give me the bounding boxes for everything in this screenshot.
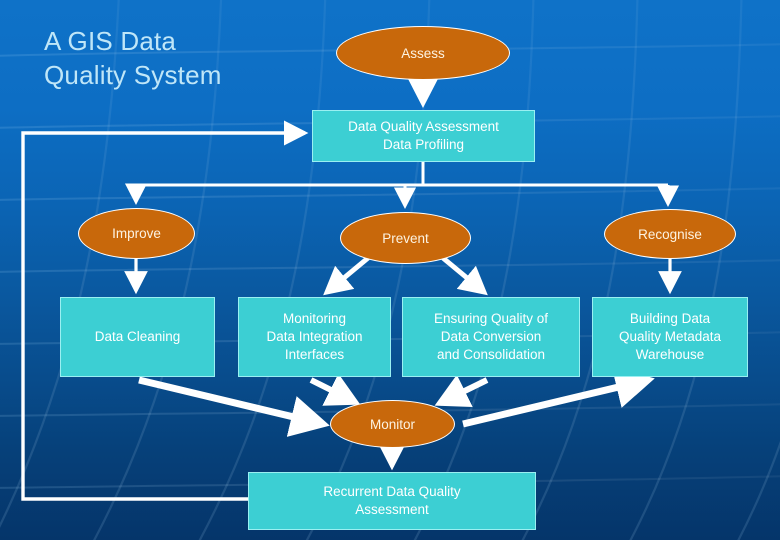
ensuring-line-2: Data Conversion (440, 329, 542, 344)
dqa-line-1: Data Quality Assessment (348, 119, 499, 134)
slide-canvas: A GIS Data Quality System Assess Data Qu… (0, 0, 780, 540)
recurrent-line-2: Assessment (355, 502, 429, 517)
page-title-line-a: A GIS Data (44, 26, 177, 56)
monitoring-line-2: Data Integration (266, 329, 363, 344)
node-recurrent-assessment[interactable]: Recurrent Data Quality Assessment (248, 472, 536, 530)
recurrent-line-1: Recurrent Data Quality (323, 484, 461, 499)
connector-ensuring-to-monitor (434, 374, 489, 408)
node-monitoring-interfaces[interactable]: Monitoring Data Integration Interfaces (238, 297, 391, 377)
page-title-line-b: Quality System (44, 60, 222, 90)
node-data-cleaning[interactable]: Data Cleaning (60, 297, 215, 377)
node-monitor-label: Monitor (369, 416, 415, 432)
node-assess-label: Assess (401, 45, 445, 61)
node-improve-label: Improve (112, 226, 161, 241)
connector-data-cleaning-to-monitor (138, 376, 330, 437)
node-prevent[interactable]: Prevent (340, 212, 471, 264)
node-data-quality-assessment[interactable]: Data Quality Assessment Data Profiling (312, 110, 535, 162)
warehouse-line-1: Building Data (629, 311, 711, 326)
node-recognise-label: Recognise (638, 226, 702, 242)
monitoring-line-1: Monitoring (282, 311, 347, 326)
warehouse-line-2: Quality Metadata (618, 329, 722, 344)
ensuring-line-1: Ensuring Quality of (433, 311, 549, 326)
data-cleaning-label: Data Cleaning (94, 329, 181, 344)
node-monitor[interactable]: Monitor (330, 400, 455, 448)
connector-monitoring-to-monitor (309, 373, 361, 406)
connector-prevent-to-monitoring (323, 256, 370, 296)
page-title: A GIS Data Quality System (44, 24, 344, 92)
connector-prevent-to-ensuring (441, 256, 488, 296)
connector-monitor-to-warehouse (462, 367, 655, 428)
node-ensuring-quality[interactable]: Ensuring Quality of Data Conversion and … (402, 297, 580, 377)
node-recognise[interactable]: Recognise (604, 209, 736, 259)
warehouse-line-3: Warehouse (635, 347, 705, 362)
monitoring-line-3: Interfaces (284, 347, 345, 362)
dqa-line-2: Data Profiling (382, 137, 465, 152)
node-building-warehouse[interactable]: Building Data Quality Metadata Warehouse (592, 297, 748, 377)
node-prevent-label: Prevent (382, 230, 429, 246)
node-improve[interactable]: Improve (78, 208, 195, 259)
ensuring-line-3: and Consolidation (436, 347, 546, 362)
node-assess[interactable]: Assess (336, 26, 510, 80)
